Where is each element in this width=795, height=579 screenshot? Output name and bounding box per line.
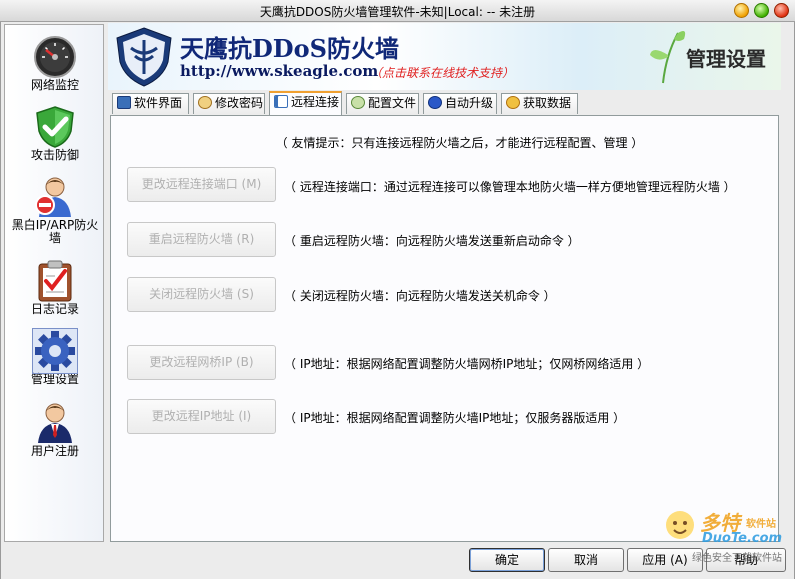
tab-label: 远程连接 [291, 95, 340, 109]
change-remote-ip-button[interactable]: 更改远程IP地址 (I) [127, 399, 276, 434]
shutdown-remote-firewall-desc: （ 关闭远程防火墙：向远程防火墙发送关机命令 ） [284, 289, 556, 303]
close-icon[interactable] [774, 3, 789, 18]
eagle-logo-icon [116, 27, 172, 87]
ok-button[interactable]: 确定 [469, 548, 545, 572]
window-icon [117, 96, 131, 109]
change-remote-port-desc: （ 远程连接端口：通过远程连接可以像管理本地防火墙一样方便地管理远程防火墙 ） [284, 180, 736, 194]
sidebar-item-network-monitor[interactable]: 网络监控 [7, 31, 103, 99]
sidebar-item-management[interactable]: 管理设置 [7, 325, 103, 393]
tab-change-password[interactable]: 修改密码 [193, 93, 265, 114]
key-icon [198, 96, 212, 109]
change-remote-bridge-ip-button[interactable]: 更改远程网桥IP (B) [127, 345, 276, 380]
tab-software-ui[interactable]: 软件界面 [112, 93, 189, 114]
window-title: 天鹰抗DDOS防火墙管理软件-未知|Local: -- 未注册 [259, 5, 536, 19]
tab-label: 自动升级 [445, 96, 494, 110]
change-remote-port-button[interactable]: 更改远程连接端口 (M) [127, 167, 276, 202]
sidebar-item-label: 用户注册 [30, 444, 79, 458]
shutdown-remote-firewall-button[interactable]: 关闭远程防火墙 (S) [127, 277, 276, 312]
sidebar-item-attack-defense[interactable]: 攻击防御 [7, 101, 103, 169]
maximize-icon[interactable] [754, 3, 769, 18]
change-remote-bridge-ip-desc: （ IP地址：根据网络配置调整防火墙网桥IP地址；仅网桥网络适用 ） [284, 357, 650, 371]
tab-label: 修改密码 [215, 96, 264, 110]
minimize-icon[interactable] [734, 3, 749, 18]
title-bar[interactable]: 天鹰抗DDOS防火墙管理软件-未知|Local: -- 未注册 [0, 0, 795, 22]
remote-icon [274, 95, 288, 108]
friendly-tip: （ 友情提示：只有连接远程防火墙之后，才能进行远程配置、管理 ） [275, 136, 644, 150]
sidebar: 网络监控 攻击防御 黑白IP/ARP防火墙 日志记录 管理设置 用户注册 [4, 24, 104, 542]
sidebar-item-ip-arp-firewall[interactable]: 黑白IP/ARP防火墙 [7, 171, 103, 251]
apply-button[interactable]: 应用 (A) [627, 548, 703, 572]
remote-connection-panel: （ 友情提示：只有连接远程防火墙之后，才能进行远程配置、管理 ） 更改远程连接端… [110, 115, 779, 542]
sidebar-item-log[interactable]: 日志记录 [7, 255, 103, 323]
tab-auto-update[interactable]: 自动升级 [423, 93, 497, 114]
sidebar-item-label: 网络监控 [30, 78, 79, 92]
change-remote-ip-desc: （ IP地址：根据网络配置调整防火墙IP地址；仅服务器版适用 ） [284, 411, 626, 425]
user-block-icon [35, 177, 71, 217]
gear-icon [32, 328, 78, 374]
sidebar-item-label: 攻击防御 [30, 148, 79, 162]
tab-label: 软件界面 [134, 96, 183, 110]
clipboard-check-icon [38, 260, 72, 302]
help-button[interactable]: 帮助 [706, 548, 786, 572]
restart-remote-firewall-button[interactable]: 重启远程防火墙 (R) [127, 222, 276, 257]
page-title: 管理设置 [686, 47, 766, 71]
tab-label: 配置文件 [368, 96, 417, 110]
gauge-icon [34, 36, 76, 78]
sidebar-item-register[interactable]: 用户注册 [7, 397, 103, 465]
sidebar-item-label: 管理设置 [30, 372, 79, 386]
brand-title: 天鹰抗DDoS防火墙 [180, 34, 399, 63]
brand-url-link[interactable]: http://www.skeagle.com [180, 62, 378, 80]
shield-check-icon [36, 106, 74, 148]
tab-label: 获取数据 [523, 96, 572, 110]
support-hint-link[interactable]: （点击联系在线技术支持） [370, 64, 514, 81]
tab-remote-connection[interactable]: 远程连接 [269, 91, 342, 115]
tab-get-data[interactable]: 获取数据 [501, 93, 578, 114]
sidebar-item-label: 黑白IP/ARP防火墙 [11, 218, 99, 245]
tab-config-file[interactable]: 配置文件 [346, 93, 419, 114]
sidebar-item-label: 日志记录 [30, 302, 79, 316]
update-icon [428, 96, 442, 109]
header-banner[interactable]: 天鹰抗DDoS防火墙 http://www.skeagle.com （点击联系在… [108, 23, 781, 90]
restart-remote-firewall-desc: （ 重启远程防火墙：向远程防火墙发送重新启动命令 ） [284, 234, 580, 248]
cancel-button[interactable]: 取消 [548, 548, 624, 572]
config-icon [351, 96, 365, 109]
data-icon [506, 96, 520, 109]
leaf-decoration-icon [650, 31, 686, 84]
user-tie-icon [38, 403, 72, 443]
